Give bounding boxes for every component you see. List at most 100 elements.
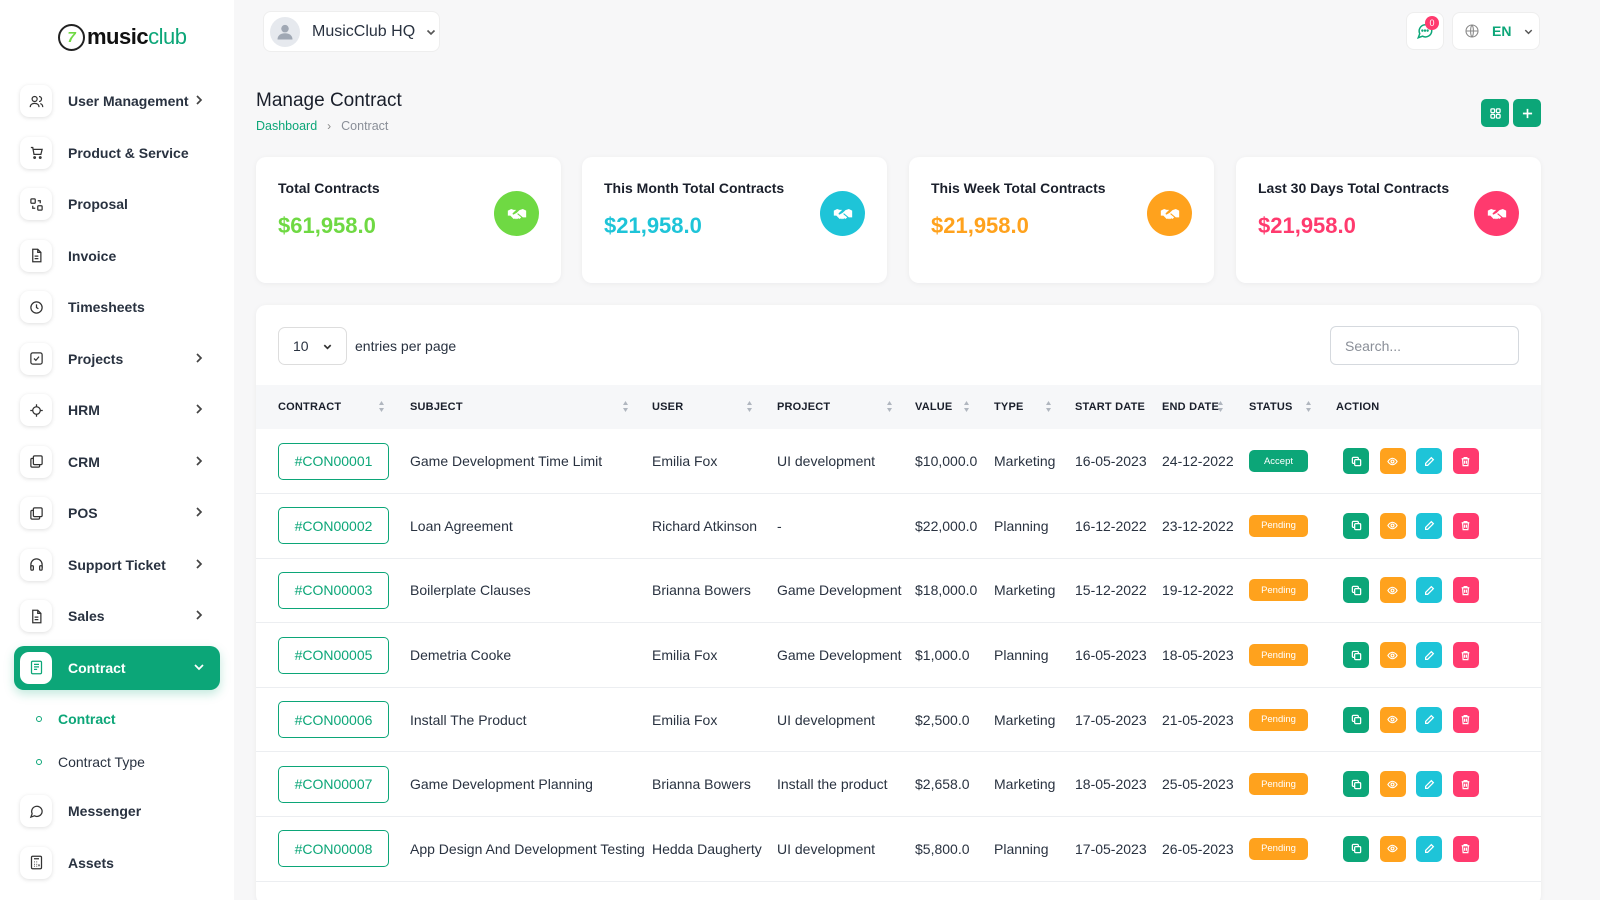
- target-icon: [20, 394, 52, 426]
- contract-id-button[interactable]: #CON00001: [278, 442, 389, 480]
- users-icon: [20, 85, 52, 117]
- edit-button[interactable]: [1416, 642, 1442, 669]
- edit-icon: [1424, 779, 1435, 790]
- workspace-switcher[interactable]: MusicClub HQ: [263, 11, 440, 52]
- sidebar-item-pos[interactable]: POS: [14, 491, 220, 535]
- column-header-value[interactable]: VALUE: [915, 385, 994, 429]
- project-cell: UI development: [777, 840, 876, 857]
- messages-button[interactable]: 0: [1406, 12, 1444, 50]
- view-button[interactable]: [1379, 512, 1406, 539]
- sort-icon: [379, 401, 384, 412]
- sidebar-item-user-management[interactable]: User Management: [14, 79, 220, 123]
- edit-button[interactable]: [1416, 512, 1442, 539]
- view-button[interactable]: [1379, 642, 1406, 669]
- sidebar-item-invoice[interactable]: Invoice: [14, 234, 220, 278]
- delete-button[interactable]: [1452, 642, 1479, 669]
- sidebar-item-messenger[interactable]: Messenger: [14, 789, 220, 833]
- start-date-cell: 17-05-2023: [1075, 840, 1147, 857]
- delete-button[interactable]: [1452, 706, 1479, 733]
- column-header-subject[interactable]: SUBJECT: [410, 385, 652, 429]
- contract-id-button[interactable]: #CON00005: [278, 636, 389, 674]
- sidebar-item-timesheets[interactable]: Timesheets: [14, 285, 220, 329]
- column-header-end-date[interactable]: END DATE: [1162, 385, 1249, 429]
- delete-button[interactable]: [1452, 448, 1479, 475]
- edit-button[interactable]: [1416, 771, 1442, 798]
- edit-button[interactable]: [1416, 835, 1442, 862]
- contract-id-button[interactable]: #CON00003: [278, 571, 389, 609]
- copy-button[interactable]: [1343, 835, 1369, 862]
- column-header-type[interactable]: TYPE: [994, 385, 1075, 429]
- sidebar-item-crm[interactable]: CRM: [14, 440, 220, 484]
- view-button[interactable]: [1379, 577, 1406, 604]
- view-button[interactable]: [1379, 835, 1406, 862]
- edit-icon: [1424, 714, 1435, 725]
- submenu-item-contract-type[interactable]: Contract Type: [14, 740, 220, 783]
- sidebar-item-projects[interactable]: Projects: [14, 337, 220, 381]
- edit-button[interactable]: [1416, 448, 1442, 475]
- headphones-icon: [20, 548, 52, 581]
- search-input[interactable]: [1330, 326, 1519, 365]
- handshake-icon: [494, 191, 539, 236]
- logo[interactable]: 7 musicclub: [58, 22, 187, 52]
- delete-icon: [1460, 714, 1471, 725]
- delete-button[interactable]: [1452, 771, 1479, 798]
- column-header-status[interactable]: STATUS: [1249, 385, 1336, 429]
- copy-button[interactable]: [1343, 448, 1369, 475]
- sidebar-item-proposal[interactable]: Proposal: [14, 182, 220, 226]
- table-header-row: CONTRACT SUBJECT USER PROJECT VALUE TYPE START…: [256, 385, 1541, 429]
- view-icon: [1387, 650, 1398, 661]
- copy-button[interactable]: [1343, 577, 1369, 604]
- contract-id-button[interactable]: #CON00007: [278, 765, 389, 803]
- sidebar-item-assets[interactable]: Assets: [14, 841, 220, 885]
- language-switcher[interactable]: EN: [1452, 12, 1540, 50]
- sidebar-item-label: Timesheets: [68, 299, 145, 315]
- value-cell: $2,658.0: [915, 776, 970, 793]
- layers-icon: [20, 445, 52, 478]
- view-button[interactable]: [1379, 706, 1406, 733]
- sidebar-item-support-ticket[interactable]: Support Ticket: [14, 543, 220, 587]
- sidebar-item-product-and-service[interactable]: Product & Service: [14, 131, 220, 175]
- edit-icon: [1424, 456, 1435, 467]
- add-contract-button[interactable]: [1513, 99, 1541, 127]
- sidebar-item-contract[interactable]: Contract: [14, 645, 220, 690]
- submenu-item-label: Contract: [58, 710, 116, 727]
- cart-icon: [20, 136, 52, 169]
- column-header-user[interactable]: USER: [652, 385, 777, 429]
- contract-id-button[interactable]: #CON00002: [278, 507, 389, 545]
- view-button[interactable]: [1379, 771, 1406, 798]
- copy-button[interactable]: [1343, 642, 1369, 669]
- layers-icon: [20, 497, 52, 529]
- edit-button[interactable]: [1416, 706, 1442, 733]
- contract-id-button[interactable]: #CON00006: [278, 701, 389, 739]
- edit-icon: [1424, 520, 1435, 531]
- sidebar-item-hrm[interactable]: HRM: [14, 388, 220, 432]
- delete-button[interactable]: [1452, 577, 1479, 604]
- submenu-item-contract[interactable]: Contract: [14, 697, 220, 740]
- column-header-label: ACTION: [1336, 401, 1380, 413]
- breadcrumb-home-link[interactable]: Dashboard: [256, 119, 317, 133]
- chevron-right-icon: [192, 402, 206, 416]
- user-cell: Hedda Daugherty: [652, 840, 762, 857]
- grid-view-button[interactable]: [1481, 99, 1509, 127]
- chevron-down-icon: [323, 344, 332, 350]
- column-header-contract[interactable]: CONTRACT: [256, 385, 410, 429]
- sidebar-item-sales[interactable]: Sales: [14, 594, 220, 638]
- copy-button[interactable]: [1343, 771, 1369, 798]
- stat-card-value: $21,958.0: [931, 213, 1029, 238]
- entries-per-page-select[interactable]: 10: [278, 327, 347, 365]
- edit-icon: [1424, 585, 1435, 596]
- view-button[interactable]: [1379, 448, 1406, 475]
- column-header-label: TYPE: [994, 401, 1024, 413]
- edit-button[interactable]: [1416, 577, 1442, 604]
- contract-id-button[interactable]: #CON00008: [278, 830, 389, 868]
- copy-button[interactable]: [1343, 706, 1369, 733]
- delete-button[interactable]: [1452, 512, 1479, 539]
- delete-button[interactable]: [1452, 835, 1479, 862]
- column-header-project[interactable]: PROJECT: [777, 385, 915, 429]
- subject-cell: Loan Agreement: [410, 517, 513, 534]
- copy-button[interactable]: [1343, 512, 1369, 539]
- copy-icon: [1351, 585, 1362, 596]
- delete-icon: [1460, 843, 1471, 854]
- stat-card-value: $21,958.0: [1258, 213, 1356, 238]
- stat-card-title: This Month Total Contracts: [604, 180, 785, 196]
